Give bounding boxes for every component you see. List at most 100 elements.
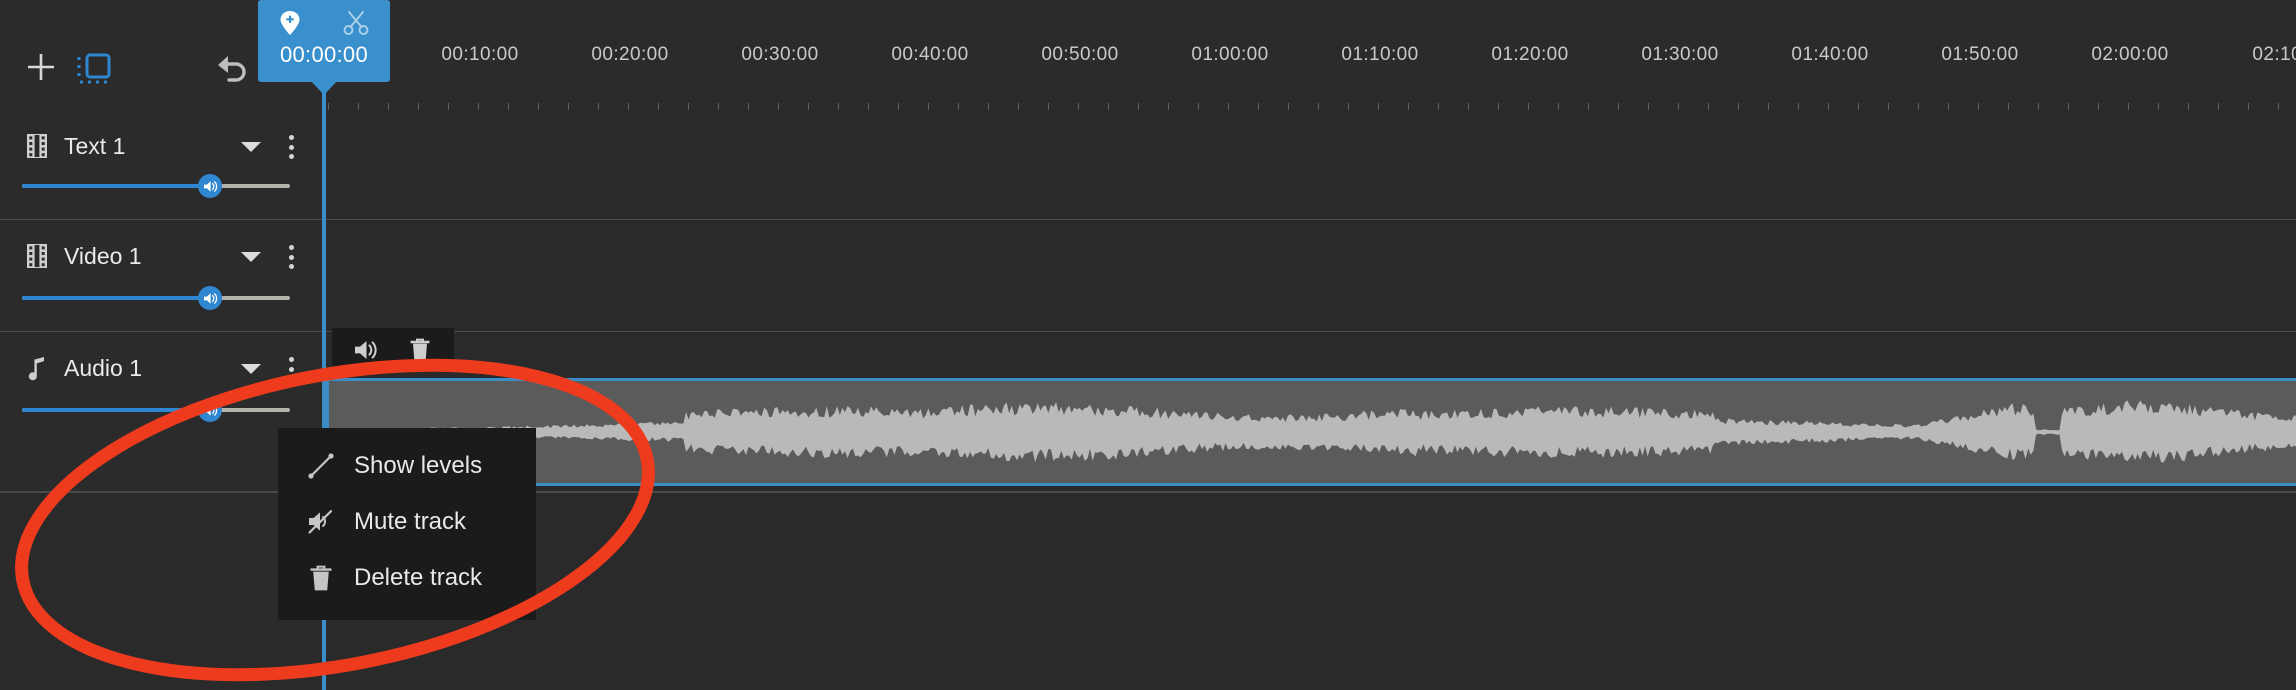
ruler-tick [1528,103,1529,110]
ruler-time-label: 01:50:00 [1941,44,2019,65]
ruler-tick [1348,103,1349,110]
playhead-handle[interactable]: 00:00:00 [258,0,390,95]
split-selection-icon[interactable] [74,48,114,88]
track-more-menu-button[interactable] [278,132,304,162]
trash-icon[interactable] [406,336,434,364]
ruler-tick [1438,103,1439,110]
track-volume-slider[interactable] [22,398,290,422]
timeline-ruler[interactable]: 00:10:00 00:20:00 00:30:00 00:40:00 00:50:00… [328,0,2296,110]
track-lane[interactable] [326,220,2296,331]
ruler-tick [388,103,389,110]
track-more-menu-button[interactable] [278,242,304,272]
ruler-tick [478,103,479,110]
speaker-icon[interactable] [352,336,380,364]
video-editor-timeline: 00:10:00 00:20:00 00:30:00 00:40:00 00:50:00… [0,0,2296,690]
track-name-label: Audio 1 [64,354,143,381]
ruler-time-label: 02:10: [2252,44,2296,65]
ruler-tick [1948,103,1949,110]
film-strip-icon [20,133,54,159]
playhead-tools [258,8,390,42]
ruler-tick [2098,103,2099,110]
ruler-tick [2248,103,2249,110]
chevron-down-icon[interactable] [240,140,262,154]
ruler-tick [1618,103,1619,110]
ruler-tick [1228,103,1229,110]
ruler-tick [1738,103,1739,110]
ruler-tick [658,103,659,110]
track-more-menu-button[interactable] [278,354,304,384]
ruler-tick [1978,103,1979,110]
ruler-tick [1858,103,1859,110]
ruler-tick [568,103,569,110]
ruler-tick [538,103,539,110]
ruler-tick [1678,103,1679,110]
menu-item-label: Show levels [354,451,483,479]
ruler-tick [2068,103,2069,110]
track-title-row: Text 1 [0,124,326,168]
ruler-tick [598,103,599,110]
ruler-tick [1288,103,1289,110]
menu-item-show-levels[interactable]: Show levels [278,438,536,494]
ruler-tick [358,103,359,110]
undo-icon[interactable] [210,48,252,90]
ruler-tick [1378,103,1379,110]
ruler-tick [1888,103,1889,110]
ruler-tick [838,103,839,110]
chevron-down-icon[interactable] [240,362,262,376]
ruler-tick [1198,103,1199,110]
ruler-tick [328,103,329,110]
ruler-tick [1408,103,1409,110]
track-name-label: Video 1 [64,242,142,269]
ruler-tick [508,103,509,110]
track-header: Text 1 [0,110,326,219]
track-title-row: Video 1 [0,234,326,278]
music-note-icon [20,355,54,381]
chevron-down-icon[interactable] [240,250,262,264]
ruler-time-label: 01:30:00 [1641,44,1719,65]
ruler-tick [1168,103,1169,110]
ruler-tick [988,103,989,110]
ruler-tick [1318,103,1319,110]
track-volume-slider[interactable] [22,286,290,310]
ruler-tick [418,103,419,110]
ruler-tick [1918,103,1919,110]
plus-icon[interactable] [20,46,62,88]
ruler-tick [958,103,959,110]
ruler-tick [448,103,449,110]
ruler-time-label: 01:40:00 [1791,44,1869,65]
track-row-video-1: Video 1 [0,220,2296,332]
volume-thumb-speaker-icon[interactable] [198,174,222,198]
track-context-menu: Show levels Mute track Delete track [278,428,536,620]
track-volume-slider[interactable] [22,174,290,198]
trash-icon [298,563,344,593]
ruler-time-label: 02:00:00 [2091,44,2169,65]
ruler-tick [808,103,809,110]
volume-fill [22,184,210,188]
ruler-tick [718,103,719,110]
menu-item-delete-track[interactable]: Delete track [278,550,536,606]
ruler-tick [2038,103,2039,110]
ruler-tick [1108,103,1109,110]
scissors-icon[interactable] [343,10,369,41]
ruler-tick [1558,103,1559,110]
ruler-tick [1018,103,1019,110]
volume-thumb-speaker-icon[interactable] [198,286,222,310]
ruler-tick [1708,103,1709,110]
menu-item-mute-track[interactable]: Mute track [278,494,536,550]
ruler-tick [1588,103,1589,110]
audio-waveform-clip[interactable] [326,378,2296,486]
ruler-tick [1498,103,1499,110]
speaker-muted-icon [298,509,344,535]
volume-thumb-speaker-icon[interactable] [198,398,222,422]
ruler-tick [628,103,629,110]
track-row-text-1: Text 1 [0,110,2296,220]
ruler-time-label: 01:20:00 [1491,44,1569,65]
ruler-tick [2128,103,2129,110]
ruler-tick [748,103,749,110]
add-marker-icon[interactable] [279,10,301,41]
ruler-tick [1468,103,1469,110]
ruler-tick [1648,103,1649,110]
track-lane[interactable] [326,110,2296,219]
ruler-tick [2278,103,2279,110]
ruler-tick [1048,103,1049,110]
